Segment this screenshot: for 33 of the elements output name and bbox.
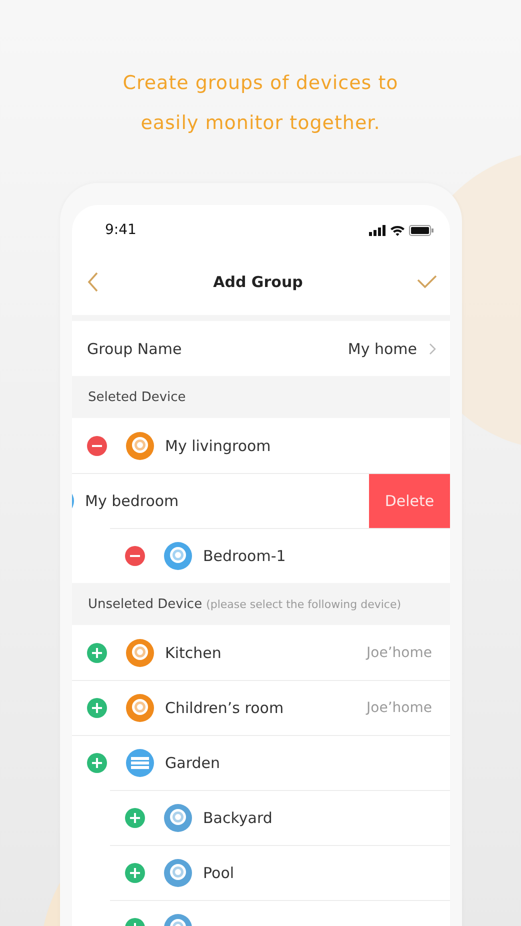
remove-button[interactable] (125, 546, 145, 566)
add-button[interactable] (87, 698, 107, 718)
device-name: Bedroom-1 (203, 547, 286, 565)
screen-title: Add Group (212, 273, 304, 291)
status-time: 9:41 (105, 222, 136, 238)
section-header: Unseleted Device (88, 596, 202, 612)
headline-line: Create groups of devices to (122, 71, 398, 96)
section-header: Seleted Device (88, 390, 186, 404)
device-name: My livingroom (165, 436, 271, 454)
wifi-icon (390, 224, 405, 236)
group-name-row[interactable]: Group Name My home (72, 321, 450, 376)
device-name: Kitchen (165, 644, 222, 662)
group-name-label: Group Name (87, 340, 182, 358)
add-button[interactable] (125, 863, 145, 883)
back-button[interactable] (86, 271, 100, 293)
device-name: Children’s room (165, 699, 284, 717)
home-label: Joe’home (366, 644, 432, 660)
device-name: Pool (203, 864, 234, 882)
remove-button[interactable] (87, 436, 107, 456)
add-button[interactable] (87, 642, 107, 662)
signal-icon (369, 224, 386, 236)
battery-icon (409, 224, 434, 236)
device-name: Backyard (203, 809, 272, 827)
device-name: Garden (165, 754, 220, 772)
add-button[interactable] (87, 753, 107, 773)
add-button[interactable] (125, 808, 145, 828)
group-name-value: My home (348, 340, 417, 358)
home-label: Joe’home (366, 700, 432, 716)
device-name: My bedroom (85, 492, 179, 510)
headline-line: easily monitor together. (140, 111, 380, 136)
confirm-button[interactable] (416, 274, 438, 290)
chevron-right-icon (429, 342, 436, 354)
section-hint: (please select the following device) (206, 598, 402, 610)
